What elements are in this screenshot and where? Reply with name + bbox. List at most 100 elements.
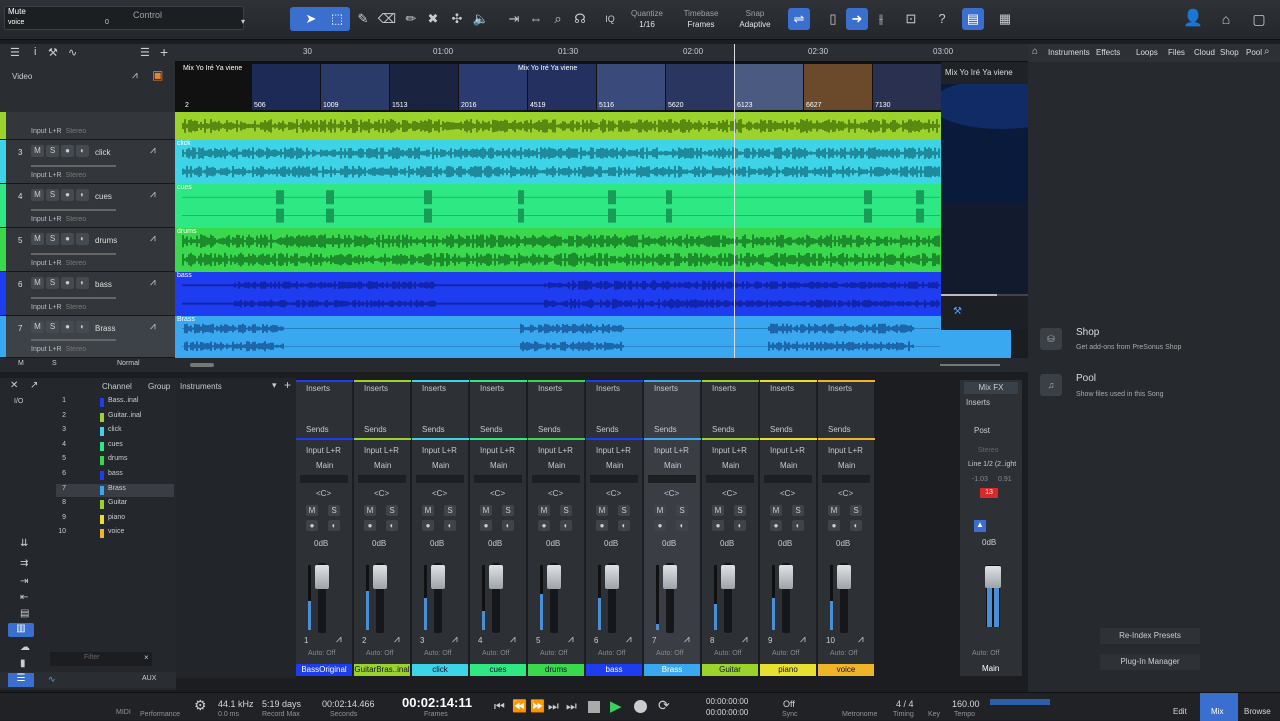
solo-button[interactable]: S bbox=[46, 277, 59, 289]
expand-icon[interactable]: ↗ bbox=[30, 380, 38, 391]
inserts-label[interactable]: Inserts bbox=[306, 384, 359, 393]
loop-right[interactable]: 00:00:00:00 bbox=[706, 708, 748, 717]
sends-label[interactable]: Sends bbox=[596, 425, 649, 434]
fader-cap[interactable] bbox=[779, 565, 793, 589]
inspector-icon[interactable]: ▤ bbox=[962, 8, 984, 30]
mute-tool-icon[interactable]: ✖ bbox=[422, 8, 444, 30]
fader-cap[interactable] bbox=[837, 565, 851, 589]
waveform-icon[interactable]: ⩘ bbox=[626, 634, 632, 645]
mix-view-button[interactable]: Mix bbox=[1200, 693, 1238, 721]
chevron-down-icon[interactable]: ▾ bbox=[241, 17, 245, 26]
record-arm-button[interactable]: ● bbox=[61, 277, 74, 289]
mute-button[interactable]: M bbox=[654, 505, 666, 516]
waveform-icon[interactable]: ⩘ bbox=[150, 277, 156, 288]
arrow-tool-icon[interactable]: ➤ bbox=[300, 8, 322, 30]
paint-tool-icon[interactable]: ✏ bbox=[400, 8, 422, 30]
tempo-value[interactable]: 160.00 bbox=[952, 699, 980, 709]
monitor-button[interactable]: ◐ bbox=[76, 189, 89, 201]
track-name[interactable]: cues bbox=[95, 192, 112, 201]
volume-fader[interactable] bbox=[373, 563, 387, 633]
browser-tab[interactable]: Shop bbox=[1220, 48, 1239, 57]
monitor-button[interactable]: ◐ bbox=[76, 233, 89, 245]
inserts-label[interactable]: Inserts bbox=[422, 384, 475, 393]
track-header[interactable]: 6 M S ● ◐ bass ⩘ Input L+R Stereo bbox=[0, 272, 175, 316]
mute-button[interactable]: M bbox=[31, 145, 44, 157]
automation-mode[interactable]: Auto: Off bbox=[714, 650, 742, 657]
video-thumbnail-lane[interactable]: 2 506 1009 1513 2016 4519 5116 5620 6123 6627 7130… bbox=[175, 62, 941, 112]
strip-name[interactable]: voice bbox=[818, 664, 874, 676]
strip-name[interactable]: BassOriginal bbox=[296, 664, 352, 676]
inserts-label[interactable]: Inserts bbox=[364, 384, 417, 393]
user-icon[interactable]: 👤 bbox=[1182, 8, 1204, 30]
sends-label[interactable]: Sends bbox=[422, 425, 475, 434]
mute-button[interactable]: M bbox=[596, 505, 608, 516]
track-header[interactable]: 5 M S ● ◐ drums ⩘ Input L+R Stereo bbox=[0, 228, 175, 272]
mute-button[interactable]: M bbox=[480, 505, 492, 516]
automation-mode[interactable]: Auto: Off bbox=[424, 650, 452, 657]
track-name[interactable]: Brass bbox=[95, 324, 115, 333]
loop-icon[interactable]: ⟳ bbox=[658, 697, 670, 714]
browser-tab[interactable]: Effects bbox=[1096, 48, 1120, 57]
solo-button[interactable]: S bbox=[46, 189, 59, 201]
track-lane[interactable]: click bbox=[175, 140, 941, 184]
clip-indicator[interactable]: 13 bbox=[980, 488, 998, 498]
inserts-label[interactable]: Inserts bbox=[480, 384, 533, 393]
shop-icon[interactable]: ⛁ bbox=[1040, 328, 1062, 350]
automation-mode[interactable]: Auto: Off bbox=[366, 650, 394, 657]
volume-fader[interactable] bbox=[489, 563, 503, 633]
gear-icon[interactable]: ⚙ bbox=[194, 697, 207, 714]
list-icon[interactable]: ▤ bbox=[20, 608, 29, 619]
pan-slider[interactable] bbox=[648, 475, 696, 483]
split-view-icon[interactable]: ⫲ bbox=[870, 8, 892, 30]
filter-input[interactable]: Filter × bbox=[50, 652, 152, 666]
record-arm-button[interactable]: ● bbox=[654, 520, 666, 531]
input-selector[interactable]: Input L+R bbox=[364, 446, 417, 455]
main-auto[interactable]: Auto: Off bbox=[972, 650, 1000, 657]
volume-fader[interactable] bbox=[837, 563, 851, 633]
fader-cap[interactable] bbox=[489, 565, 503, 589]
strip-name[interactable]: Guitar bbox=[702, 664, 758, 676]
waveform-icon[interactable]: ⩘ bbox=[150, 321, 156, 332]
sends-label[interactable]: Sends bbox=[306, 425, 359, 434]
cloud-icon[interactable]: ☁ bbox=[20, 642, 30, 653]
range-tool-icon[interactable]: ⬚ bbox=[326, 8, 348, 30]
track-header[interactable]: 4 M S ● ◐ cues ⩘ Input L+R Stereo bbox=[0, 184, 175, 228]
track-input[interactable]: Input L+R Stereo bbox=[31, 216, 86, 223]
play-icon[interactable]: ▶ bbox=[610, 697, 622, 715]
mute-button[interactable]: M bbox=[31, 321, 44, 333]
browser-tab[interactable]: Pool bbox=[1246, 48, 1262, 57]
input-selector[interactable]: Input L+R bbox=[770, 446, 823, 455]
waveform-icon[interactable]: ⩘ bbox=[742, 634, 748, 645]
monitor-button[interactable]: ◐ bbox=[502, 520, 514, 531]
help-button[interactable]: ? bbox=[931, 8, 953, 30]
reindex-presets-button[interactable]: Re-Index Presets bbox=[1100, 628, 1200, 644]
chevron-down-icon[interactable]: ▾ bbox=[272, 380, 277, 391]
waveform-icon[interactable]: ⩘ bbox=[858, 634, 864, 645]
input-selector[interactable]: Input L+R bbox=[422, 446, 475, 455]
automation-mode[interactable]: Auto: Off bbox=[772, 650, 800, 657]
channel-list-item[interactable]: 4 cues bbox=[56, 440, 174, 453]
playhead-cursor[interactable] bbox=[734, 44, 735, 358]
track-input[interactable]: Input L+R Stereo bbox=[31, 172, 86, 179]
mute-button[interactable]: M bbox=[770, 505, 782, 516]
waveform-icon[interactable]: ⩘ bbox=[132, 70, 138, 81]
record-arm-button[interactable]: ● bbox=[61, 233, 74, 245]
track-input[interactable]: Input L+R Stereo bbox=[31, 304, 86, 311]
pan-slider[interactable] bbox=[416, 475, 464, 483]
fader-cap[interactable] bbox=[547, 565, 561, 589]
inserts-label[interactable]: Inserts bbox=[596, 384, 649, 393]
automation-mode[interactable]: Auto: Off bbox=[540, 650, 568, 657]
track-header[interactable]: 3 M S ● ◐ click ⩘ Input L+R Stereo bbox=[0, 140, 175, 184]
solo-button[interactable]: S bbox=[328, 505, 340, 516]
end-icon[interactable]: ⏭ bbox=[566, 699, 577, 714]
browser-tab[interactable]: Files bbox=[1168, 48, 1185, 57]
sends-label[interactable]: Sends bbox=[712, 425, 765, 434]
loop-left[interactable]: 00:00:00:00 bbox=[706, 697, 748, 706]
solo-button[interactable]: S bbox=[618, 505, 630, 516]
record-arm-button[interactable]: ● bbox=[364, 520, 376, 531]
pool-icon[interactable]: ♫ bbox=[1040, 374, 1062, 396]
solo-button[interactable]: S bbox=[386, 505, 398, 516]
fader-cap[interactable] bbox=[315, 565, 329, 589]
track-lane[interactable]: bass bbox=[175, 272, 941, 316]
volume-slider[interactable] bbox=[31, 297, 116, 299]
